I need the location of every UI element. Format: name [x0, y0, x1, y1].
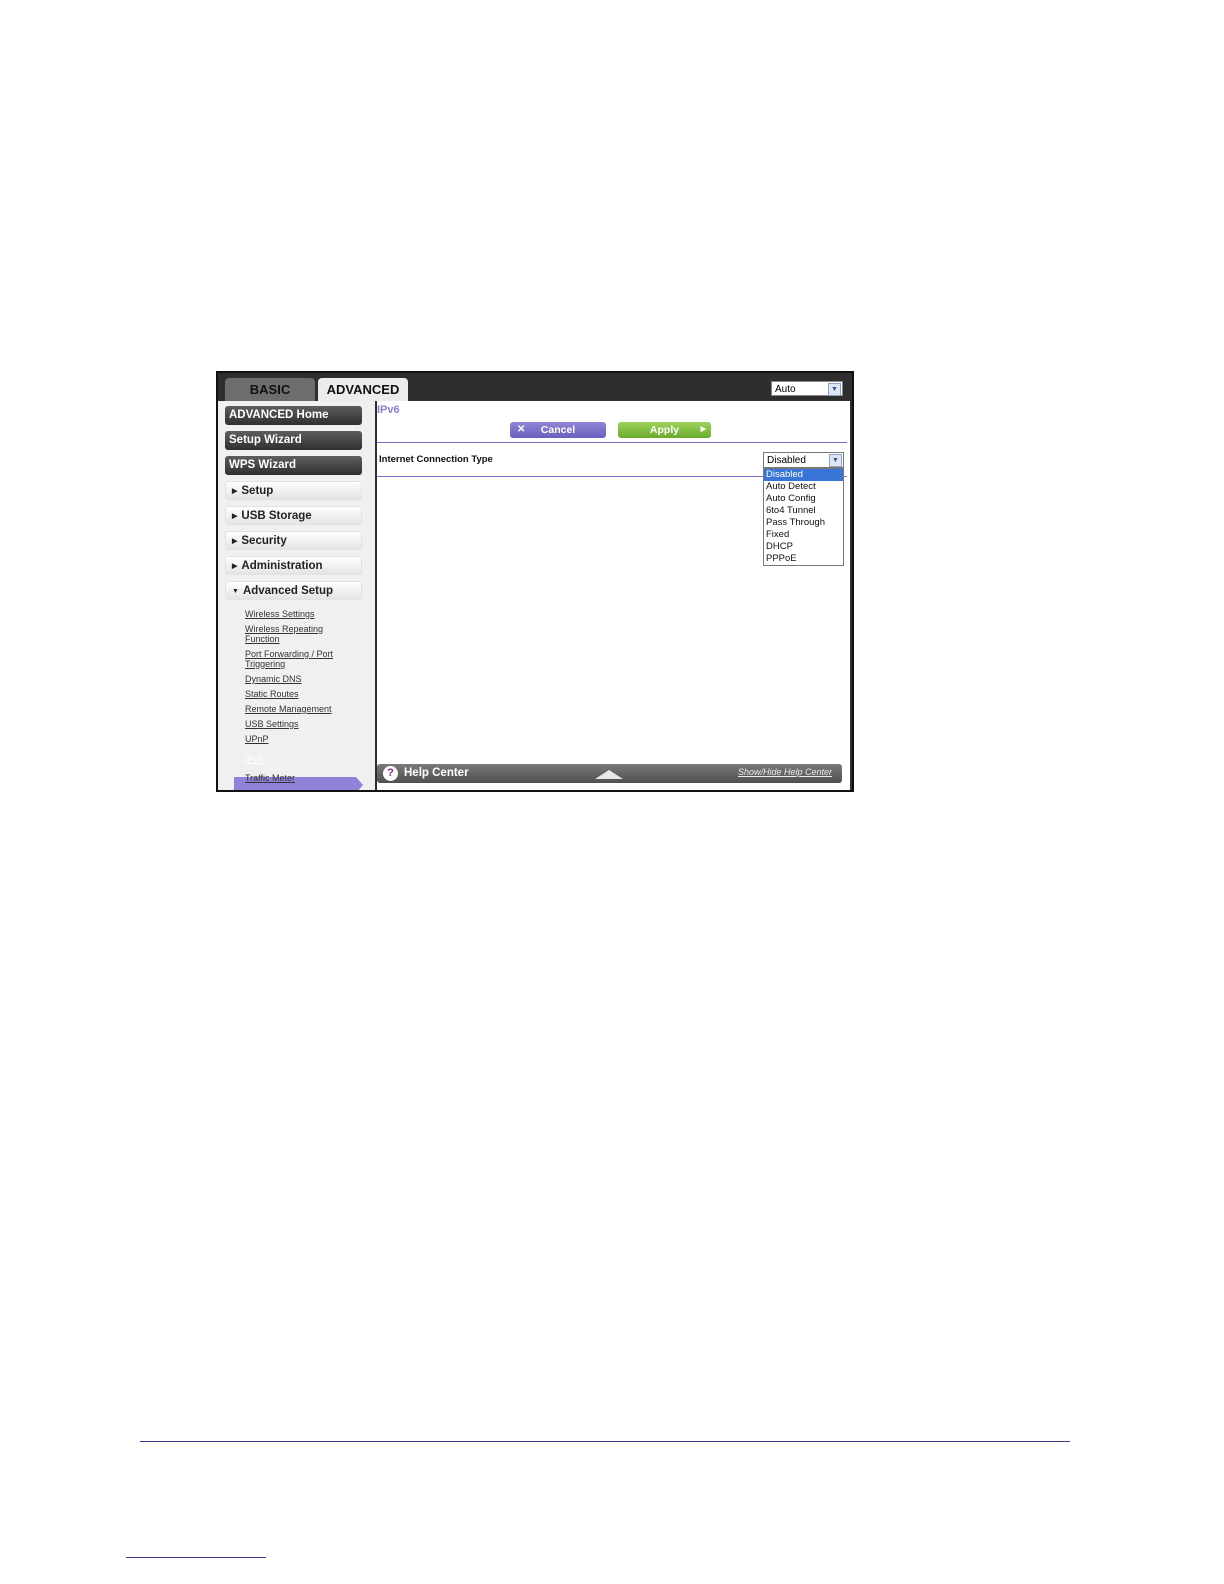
sidebar-item-port-forwarding[interactable]: Port Forwarding / Port Triggering [245, 649, 355, 669]
router-admin-screenshot: BASIC ADVANCED Auto ▼ ADVANCED Home Setu… [216, 371, 854, 792]
dropdown-option[interactable]: Auto Config [764, 493, 843, 505]
sidebar-item-wireless-settings[interactable]: Wireless Settings [245, 609, 355, 619]
page-footer-link-rule [126, 1557, 266, 1558]
sidebar: ADVANCED Home Setup Wizard WPS Wizard ▶ S… [218, 401, 375, 790]
question-icon: ? [383, 766, 398, 781]
page-footer-rule [140, 1441, 1070, 1442]
sidebar-item-static-routes[interactable]: Static Routes [245, 689, 355, 699]
connection-type-select[interactable]: Disabled ▼ [763, 452, 844, 468]
sidebar-advanced-home[interactable]: ADVANCED Home [225, 406, 362, 425]
sidebar-section-setup[interactable]: ▶ Setup [225, 481, 362, 500]
sidebar-section-label: Security [241, 535, 287, 547]
sidebar-setup-wizard[interactable]: Setup Wizard [225, 431, 362, 450]
dropdown-option[interactable]: DHCP [764, 541, 843, 553]
triangle-right-icon: ▶ [232, 488, 238, 495]
dropdown-option[interactable]: 6to4 Tunnel [764, 505, 843, 517]
dropdown-option[interactable]: Auto Detect [764, 481, 843, 493]
apply-button-label: Apply [649, 424, 680, 436]
sidebar-wps-wizard[interactable]: WPS Wizard [225, 456, 362, 475]
sidebar-section-advanced-setup[interactable]: ▼ Advanced Setup [225, 581, 362, 600]
sidebar-section-label: Advanced Setup [242, 585, 334, 597]
sidebar-item-upnp[interactable]: UPnP [245, 734, 355, 744]
arrow-right-icon: ▶ [700, 426, 706, 433]
triangle-right-icon: ▶ [232, 563, 238, 570]
sidebar-section-label: Administration [241, 560, 323, 572]
sidebar-item-usb-settings[interactable]: USB Settings [245, 719, 355, 729]
help-center-toggle-link[interactable]: Show/Hide Help Center [738, 767, 832, 777]
chevron-down-icon[interactable]: ▼ [829, 454, 842, 467]
language-select[interactable]: Auto ▼ [771, 381, 843, 396]
apply-button[interactable]: Apply ▶ [618, 422, 711, 438]
triangle-right-icon: ▶ [232, 513, 238, 520]
cancel-button-label: Cancel [540, 424, 576, 436]
sidebar-section-security[interactable]: ▶ Security [225, 531, 362, 550]
dropdown-option[interactable]: Disabled [764, 469, 843, 481]
sidebar-item-wireless-repeating[interactable]: Wireless Repeating Function [245, 624, 355, 644]
tab-advanced[interactable]: ADVANCED [318, 378, 408, 401]
chevron-down-icon[interactable]: ▼ [828, 383, 841, 396]
connection-type-value: Disabled [767, 455, 806, 466]
triangle-up-icon[interactable] [595, 770, 623, 779]
close-icon: ✕ [517, 424, 526, 435]
sidebar-section-usb-storage[interactable]: ▶ USB Storage [225, 506, 362, 525]
sidebar-item-remote-management[interactable]: Remote Management [245, 704, 355, 714]
triangle-right-icon: ▶ [232, 538, 238, 545]
sidebar-section-administration[interactable]: ▶ Administration [225, 556, 362, 575]
main-content: IPv6 ✕ Cancel Apply ▶ Internet Connectio… [377, 401, 850, 790]
sidebar-section-label: Setup [241, 485, 274, 497]
help-center-bar[interactable]: ? Help Center Show/Hide Help Center [377, 764, 842, 783]
sidebar-item-traffic-meter[interactable]: Traffic Meter [245, 773, 355, 783]
triangle-down-icon: ▼ [232, 588, 239, 595]
connection-type-label: Internet Connection Type [379, 454, 493, 465]
page-title: IPv6 [377, 404, 400, 416]
connection-type-dropdown-list: Disabled Auto Detect Auto Config 6to4 Tu… [763, 468, 844, 566]
divider [377, 442, 847, 443]
cancel-button[interactable]: ✕ Cancel [510, 422, 606, 438]
dropdown-option[interactable]: PPPoE [764, 553, 843, 565]
dropdown-option[interactable]: Fixed [764, 529, 843, 541]
sidebar-item-dynamic-dns[interactable]: Dynamic DNS [245, 674, 355, 684]
dropdown-option[interactable]: Pass Through [764, 517, 843, 529]
sidebar-item-ipv6[interactable]: IPv6 [245, 754, 355, 764]
language-select-value: Auto [775, 384, 796, 395]
tab-basic[interactable]: BASIC [225, 378, 315, 401]
help-center-label: Help Center [404, 767, 469, 779]
sidebar-section-label: USB Storage [241, 510, 312, 522]
